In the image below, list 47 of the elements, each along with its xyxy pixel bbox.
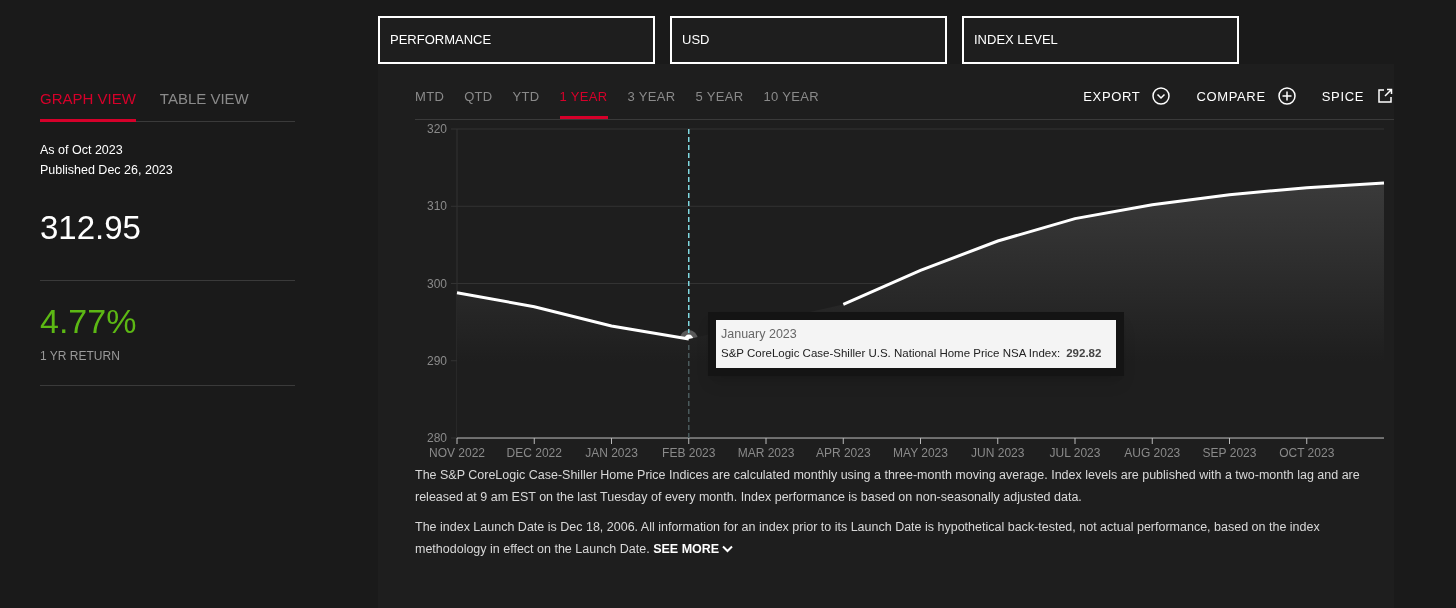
x-tick-label: DEC 2022: [506, 446, 562, 460]
return-value: 4.77%: [40, 300, 138, 341]
action-button[interactable]: SPICE: [1321, 86, 1364, 106]
x-tick-label: JAN 2023: [585, 446, 638, 460]
as-of-date: As of Oct 2023: [40, 141, 124, 159]
period-tab[interactable]: 10 YEAR: [763, 86, 819, 119]
y-tick-label: 280: [426, 431, 447, 445]
x-tick-label: JUL 2023: [1049, 446, 1101, 460]
x-tick-label: SEP 2023: [1202, 446, 1257, 460]
period-tab[interactable]: MTD: [415, 86, 445, 119]
dropdown[interactable]: INDEX LEVEL: [962, 16, 1239, 64]
action-button[interactable]: COMPARE: [1196, 86, 1266, 106]
x-tick-label: FEB 2023: [662, 446, 716, 460]
index-value: 312.95: [40, 207, 142, 248]
y-tick-label: 300: [426, 276, 447, 291]
see-more-link[interactable]: SEE MORE: [653, 538, 734, 560]
period-tab[interactable]: 5 YEAR: [695, 86, 744, 119]
published-date: Published Dec 26, 2023: [40, 161, 174, 179]
x-tick-label: JUN 2023: [971, 446, 1025, 460]
x-tick-label: MAY 2023: [893, 446, 948, 460]
y-tick-label: 290: [426, 353, 447, 368]
y-tick-label: 320: [426, 122, 447, 136]
view-tab[interactable]: TABLE VIEW: [159, 88, 249, 122]
x-tick-label: APR 2023: [815, 446, 871, 460]
view-tab[interactable]: GRAPH VIEW: [40, 88, 136, 122]
plus-circle-icon[interactable]: [1277, 87, 1296, 106]
methodology-note: The S&P CoreLogic Case-Shiller Home Price Indices are calculated monthly using a three-month moving average. Index levels are published with a two-month lag and are released at 9 am EST on the last Tuesday of every month. Index performance is based on non-seasonally adjusted data.: [415, 467, 1361, 506]
x-tick-label: MAR 2023: [737, 446, 795, 460]
period-tab[interactable]: 3 YEAR: [627, 86, 676, 119]
action-button[interactable]: EXPORT: [1083, 86, 1141, 106]
tooltip-label: S&P CoreLogic Case-Shiller U.S. National Home Price NSA Index:: [721, 346, 1061, 361]
tooltip-date: January 2023: [721, 326, 798, 343]
x-tick-label: OCT 2023: [1279, 446, 1335, 460]
chevron-circle-icon[interactable]: [1152, 87, 1171, 106]
tooltip-value: 292.82: [1066, 346, 1102, 361]
chevron-down-icon: [722, 545, 734, 553]
dropdown[interactable]: USD: [670, 16, 947, 64]
dropdown[interactable]: PERFORMANCE: [378, 16, 655, 64]
x-tick-label: NOV 2022: [429, 446, 485, 460]
period-tab[interactable]: 1 YEAR: [559, 86, 608, 119]
y-tick-label: 310: [426, 199, 447, 214]
external-link-icon[interactable]: [1376, 87, 1394, 106]
x-tick-label: AUG 2023: [1124, 446, 1181, 460]
return-label: 1 YR RETURN: [40, 347, 121, 365]
launch-date-note: The index Launch Date is Dec 18, 2006. All information for an index prior to its Launch Date is hypothetical back-tested, not actual performance, based on the index methodology in effect on the Launch Date. SEE MORE: [415, 516, 1392, 560]
period-tab[interactable]: YTD: [512, 86, 540, 119]
period-tab[interactable]: QTD: [464, 86, 493, 119]
